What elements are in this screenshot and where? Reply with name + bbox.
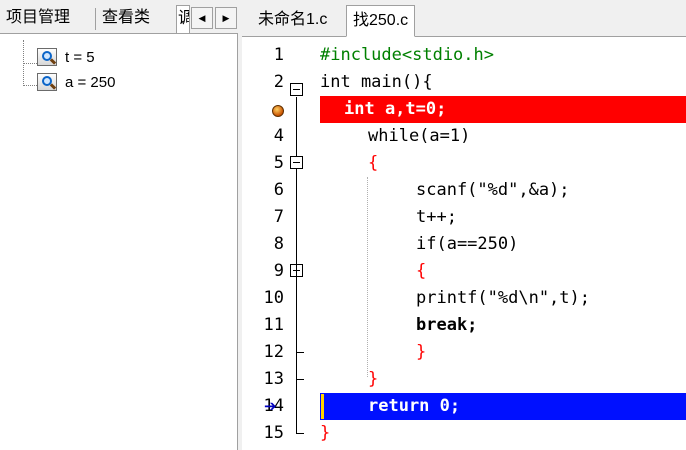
code-text: scanf("%d",&a); — [416, 180, 570, 200]
current-line-arrow-icon: ➔ — [264, 398, 277, 415]
tab-active-file[interactable]: 找250.c — [346, 5, 416, 37]
code-text: break; — [416, 315, 478, 335]
code-text: t++; — [416, 207, 457, 227]
tab-untitled-file[interactable]: 未命名1.c — [252, 5, 333, 37]
tab-separator — [95, 8, 96, 30]
code-line[interactable]: t++; — [320, 204, 686, 231]
fold-end — [296, 352, 304, 353]
code-line[interactable]: } — [320, 366, 686, 393]
code-text: } — [416, 342, 427, 362]
line-number: 1 — [273, 45, 284, 65]
watch-item[interactable]: a = 250 — [37, 71, 115, 93]
line-number: 7 — [273, 207, 284, 227]
line-number: 12 — [263, 342, 284, 362]
code-text: { — [368, 153, 379, 173]
code-editor[interactable]: 1 2 4 5 6 7 8 9 10 11 12 13 14 ➔ 15 #inc… — [242, 37, 686, 450]
fold-end — [296, 379, 304, 380]
code-line[interactable]: if(a==250) — [320, 231, 686, 258]
line-number: 6 — [273, 180, 284, 200]
tab-scroll-right-button[interactable]: ▶ — [215, 7, 237, 29]
tree-connector — [23, 85, 37, 86]
line-number: 15 — [263, 423, 284, 443]
code-line[interactable]: break; — [320, 312, 686, 339]
code-line[interactable]: { — [320, 258, 686, 285]
code-text: } — [320, 423, 331, 443]
code-line[interactable]: printf("%d\n",t); — [320, 285, 686, 312]
breakpoint-line[interactable]: int a,t=0; — [320, 96, 686, 123]
left-panel: 项目管理 查看类 调 ◀ ▶ t = 5 a = 250 — [0, 0, 242, 450]
current-execution-line[interactable]: return 0; — [320, 393, 686, 420]
editor-area: 未命名1.c 找250.c 1 2 4 5 6 7 8 9 10 11 12 1… — [242, 0, 686, 450]
editor-tab-bar: 未命名1.c 找250.c — [242, 0, 686, 37]
code-line[interactable]: while(a=1) — [320, 123, 686, 150]
line-number: 10 — [263, 288, 284, 308]
line-number: 14 — [263, 396, 284, 416]
left-tab-bar: 项目管理 查看类 调 ◀ ▶ — [0, 0, 242, 33]
watch-magnifier-icon — [37, 48, 57, 66]
fold-toggle[interactable] — [290, 83, 303, 96]
code-line[interactable]: #include<stdio.h> — [320, 42, 686, 69]
fold-end — [296, 433, 304, 434]
watch-label: t = 5 — [65, 48, 95, 66]
code-text: #include<stdio.h> — [320, 45, 494, 65]
code-text: while(a=1) — [368, 126, 471, 146]
tab-class-view[interactable]: 查看类 — [98, 5, 154, 33]
line-number: 2 — [273, 72, 284, 92]
code-line[interactable]: } — [320, 339, 686, 366]
code-text: } — [368, 369, 379, 389]
code-line[interactable]: { — [320, 150, 686, 177]
line-number: 5 — [273, 153, 284, 173]
line-number: 9 — [273, 261, 284, 281]
code-line[interactable]: } — [320, 420, 686, 447]
watch-item[interactable]: t = 5 — [37, 46, 95, 68]
code-line[interactable]: scanf("%d",&a); — [320, 177, 686, 204]
code-text: int main(){ — [320, 72, 433, 92]
line-number: 11 — [263, 315, 284, 335]
watch-label: a = 250 — [65, 73, 116, 91]
tab-scroll-left-button[interactable]: ◀ — [191, 7, 213, 29]
code-text: printf("%d\n",t); — [416, 288, 590, 308]
tree-connector — [23, 63, 37, 64]
code-text: return 0; — [368, 396, 461, 416]
watch-pane: t = 5 a = 250 — [0, 33, 238, 450]
line-number: 4 — [273, 126, 284, 146]
watch-magnifier-icon — [37, 73, 57, 91]
breakpoint-icon[interactable] — [272, 105, 284, 117]
code-text: if(a==250) — [416, 234, 519, 254]
code-text: int a,t=0; — [344, 99, 447, 119]
fold-line — [296, 179, 297, 433]
fold-toggle[interactable] — [290, 156, 303, 169]
text-caret — [321, 394, 324, 419]
code-line[interactable]: int main(){ — [320, 69, 686, 96]
tab-debug[interactable]: 调 — [176, 5, 190, 33]
line-number: 13 — [263, 369, 284, 389]
code-text: { — [416, 261, 427, 281]
tab-project-manager[interactable]: 项目管理 — [2, 5, 74, 33]
line-number: 8 — [273, 234, 284, 254]
